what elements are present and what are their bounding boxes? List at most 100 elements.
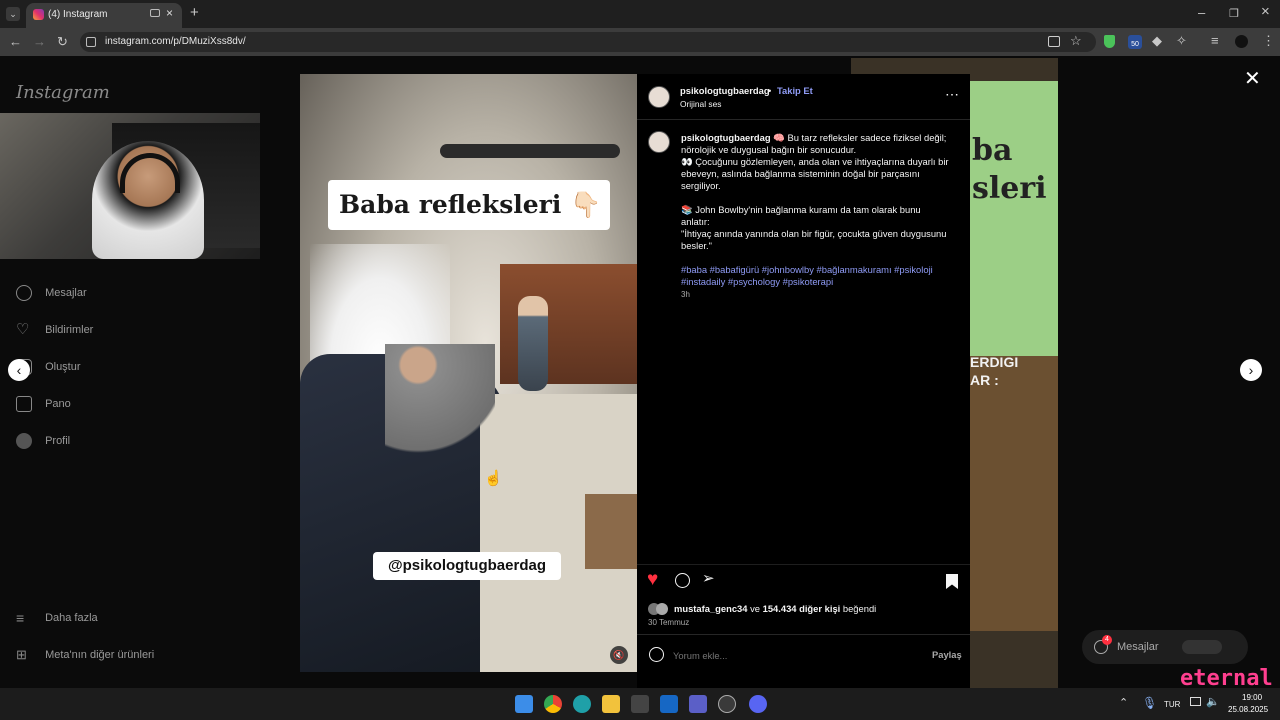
language-indicator[interactable]: TUR bbox=[1164, 700, 1180, 709]
liker-username[interactable]: mustafa_genc34 bbox=[674, 603, 747, 614]
sidebar-more-label: Daha fazla bbox=[45, 612, 98, 624]
video-handle-overlay: @psikologtugbaerdag bbox=[373, 552, 561, 580]
chrome-taskbar-icon[interactable] bbox=[544, 695, 562, 713]
network-icon[interactable] bbox=[1190, 697, 1201, 706]
caption-line-1: 🧠 Bu tarz refleksler sadece fiziksel değ… bbox=[773, 132, 947, 143]
browser-toolbar: ← → ↻ instagram.com/p/DMuziXss8dv/ ☆ 50 … bbox=[0, 28, 1280, 56]
modal-close-icon[interactable]: ✕ bbox=[1244, 66, 1261, 91]
store-icon[interactable] bbox=[631, 695, 649, 713]
bookmark-star-icon[interactable]: ☆ bbox=[1070, 33, 1082, 49]
windows-start-icon[interactable] bbox=[515, 695, 533, 713]
microphone-icon[interactable]: 🎙 bbox=[1142, 696, 1157, 710]
caption-line-2: nörolojik ve duygusal bağın bir sonucudu… bbox=[681, 144, 857, 155]
audio-label[interactable]: Orijinal ses bbox=[680, 98, 721, 110]
media-control-icon[interactable]: ≡ bbox=[1211, 34, 1219, 48]
background-text-bottom2: AR : bbox=[970, 372, 999, 388]
post-time: 3h bbox=[681, 290, 690, 299]
browser-tab[interactable]: (4) Instagram × bbox=[26, 3, 182, 28]
background-text-bottom1: ERDIGI bbox=[970, 354, 1019, 370]
author-avatar[interactable] bbox=[648, 86, 670, 108]
minimize-icon[interactable]: – bbox=[1198, 6, 1205, 20]
file-explorer-icon[interactable] bbox=[602, 695, 620, 713]
like-heart-icon[interactable]: ♥ bbox=[647, 570, 658, 590]
sidebar-item-label: Bildirimler bbox=[45, 324, 94, 336]
mute-icon[interactable]: 🔇 bbox=[610, 646, 628, 664]
video-title-overlay: Baba refleksleri 👇🏻 bbox=[328, 180, 610, 230]
sidebar-item-dashboard[interactable]: Pano bbox=[16, 396, 71, 412]
edge-taskbar-icon[interactable] bbox=[573, 695, 591, 713]
caption-line-7: 📚 John Bowlby'nin bağlanma kuramı da tam… bbox=[681, 204, 921, 215]
emoji-icon[interactable] bbox=[649, 647, 664, 662]
site-info-icon[interactable] bbox=[86, 37, 96, 47]
forward-icon[interactable]: → bbox=[33, 35, 46, 49]
follow-button[interactable]: Takip Et bbox=[777, 85, 813, 97]
restore-icon[interactable]: ❐ bbox=[1229, 7, 1239, 21]
actions-divider bbox=[637, 564, 970, 565]
clock-time: 19:00 bbox=[1242, 693, 1263, 702]
video-person bbox=[385, 344, 495, 484]
author-username[interactable]: psikologtugbaerdag bbox=[680, 85, 770, 97]
comment-icon[interactable] bbox=[675, 573, 690, 588]
teams-icon[interactable] bbox=[689, 695, 707, 713]
caption-block: psikologtugbaerdag 🧠 Bu tarz refleksler … bbox=[681, 132, 961, 301]
background-text-top: ba bbox=[972, 133, 1013, 168]
sidebar-item-label: Profil bbox=[45, 435, 71, 447]
url-text: instagram.com/p/DMuziXss8dv/ bbox=[105, 36, 246, 47]
sidebar-item-notifications[interactable]: ♡ Bildirimler bbox=[16, 322, 93, 338]
messages-widget[interactable]: 4 Mesajlar bbox=[1082, 630, 1248, 664]
sidebar-item-messages[interactable]: Mesajlar bbox=[16, 285, 87, 301]
volume-icon[interactable]: 🔈 bbox=[1206, 695, 1220, 708]
likes-suffix: beğendi bbox=[842, 603, 877, 614]
tab-search-icon[interactable]: ⌄ bbox=[6, 7, 20, 21]
sidebar-meta-products[interactable]: ⊞ Meta'nın diğer ürünleri bbox=[16, 647, 154, 663]
sidebar-more[interactable]: ≡ Daha fazla bbox=[16, 610, 98, 626]
likes-and: ve bbox=[750, 603, 760, 614]
save-bookmark-icon[interactable] bbox=[946, 574, 958, 589]
hashtags-line-2[interactable]: #instadaily #psychology #psikoterapi bbox=[681, 276, 833, 287]
post-comment-button[interactable]: Paylaş bbox=[932, 649, 962, 661]
background-post-lower: ERDIGI AR : bbox=[970, 354, 1058, 631]
discord-icon[interactable] bbox=[749, 695, 767, 713]
video-ceiling-fan bbox=[440, 144, 620, 158]
shield-extension-icon[interactable] bbox=[1104, 35, 1115, 48]
sidebar-item-label: Oluştur bbox=[45, 361, 81, 373]
browser-tab-bar: ⌄ (4) Instagram × + – ❐ × bbox=[0, 0, 1280, 28]
reload-icon[interactable]: ↻ bbox=[57, 35, 68, 49]
caption-avatar[interactable] bbox=[648, 131, 670, 153]
extension-badge-icon[interactable]: 50 bbox=[1128, 35, 1142, 49]
dashboard-icon bbox=[16, 396, 32, 412]
brand-watermark: eternal bbox=[1180, 666, 1273, 691]
tab-close-icon[interactable]: × bbox=[166, 6, 173, 20]
sidebar-item-profile[interactable]: Profil bbox=[16, 433, 70, 449]
likes-summary: mustafa_genc34 ve 154.434 diğer kişi beğ… bbox=[674, 603, 876, 615]
extensions-puzzle-icon[interactable]: ✧ bbox=[1176, 34, 1187, 48]
prev-post-chevron-icon[interactable]: ‹ bbox=[8, 359, 30, 381]
profile-avatar-icon[interactable] bbox=[1235, 35, 1248, 48]
share-send-icon[interactable]: ➢ bbox=[702, 569, 715, 587]
messenger-icon bbox=[16, 285, 32, 301]
caption-line-9: "İhtiyaç anında yanında olan bir figür, … bbox=[681, 228, 947, 239]
likes-count[interactable]: 154.434 diğer kişi bbox=[763, 603, 841, 614]
caption-username[interactable]: psikologtugbaerdag bbox=[681, 132, 771, 143]
instagram-logo[interactable]: Instagram bbox=[16, 82, 110, 103]
hashtags-line-1[interactable]: #baba #babafigürü #johnbowlby #bağlanmak… bbox=[681, 264, 933, 275]
tab-title: (4) Instagram bbox=[48, 9, 108, 20]
outlook-icon[interactable] bbox=[660, 695, 678, 713]
tray-chevron-icon[interactable]: ⌃ bbox=[1119, 696, 1128, 709]
caption-line-8: anlatır: bbox=[681, 216, 710, 227]
address-bar[interactable]: instagram.com/p/DMuziXss8dv/ ☆ bbox=[80, 32, 1096, 52]
steam-icon[interactable] bbox=[718, 695, 736, 713]
comment-divider bbox=[637, 634, 970, 635]
window-close-icon[interactable]: × bbox=[1261, 4, 1270, 19]
install-app-icon[interactable] bbox=[1048, 36, 1060, 47]
back-icon[interactable]: ← bbox=[9, 35, 22, 49]
next-post-chevron-icon[interactable]: › bbox=[1240, 359, 1262, 381]
comment-input[interactable] bbox=[673, 647, 903, 663]
post-video[interactable]: Baba refleksleri 👇🏻 @psikologtugbaerdag … bbox=[300, 74, 637, 672]
caption-line-4: ebeveyn, aslında bağlanma sisteminin doğ… bbox=[681, 168, 920, 179]
caption-line-3: 👀 Çocuğunu gözlemleyen, anda olan ve iht… bbox=[681, 156, 949, 167]
new-tab-icon[interactable]: + bbox=[190, 5, 199, 20]
more-options-icon[interactable]: ⋯ bbox=[945, 87, 959, 101]
menu-kebab-icon[interactable]: ⋮ bbox=[1262, 34, 1275, 48]
diamond-extension-icon[interactable]: ◆ bbox=[1152, 34, 1162, 48]
